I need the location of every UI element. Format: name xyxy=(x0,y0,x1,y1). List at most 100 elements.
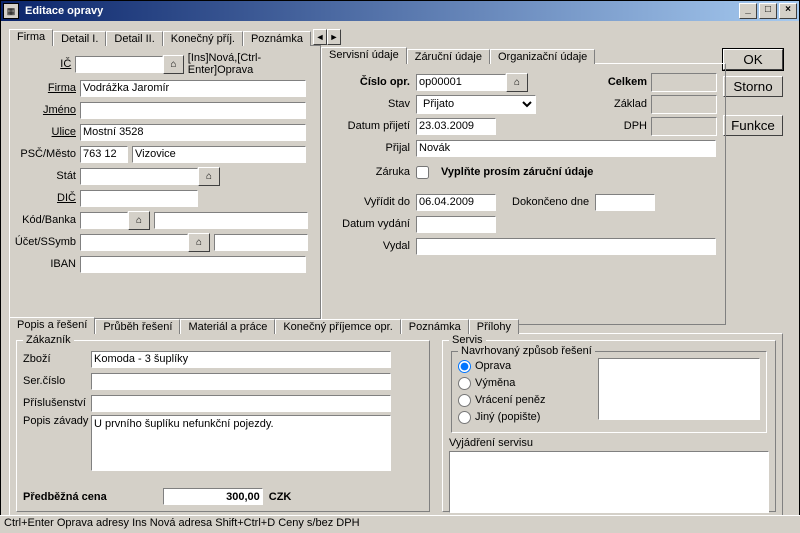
btab-popis[interactable]: Popis a řešení xyxy=(9,317,95,334)
funkce-button[interactable]: Funkce xyxy=(723,115,783,136)
vydal-input[interactable] xyxy=(416,238,716,255)
stat-label: Stát xyxy=(14,170,80,182)
radio-oprava[interactable] xyxy=(458,360,471,373)
firma-input[interactable] xyxy=(80,80,306,97)
ulice-label: Ulice xyxy=(14,126,80,138)
dic-input[interactable] xyxy=(80,190,198,207)
dokonceno-label: Dokončeno dne xyxy=(512,196,589,208)
cislo-lookup-icon[interactable]: ⌂ xyxy=(506,73,528,92)
ic-lookup-icon[interactable]: ⌂ xyxy=(163,55,183,74)
close-button[interactable]: × xyxy=(779,3,797,19)
prijal-label: Přijal xyxy=(330,142,416,154)
ok-button[interactable]: OK xyxy=(723,49,783,70)
jmeno-label: Jméno xyxy=(14,104,80,116)
vyjadreni-label: Vyjádření servisu xyxy=(449,437,769,449)
iban-input[interactable] xyxy=(80,256,306,273)
tab-firma[interactable]: Firma xyxy=(9,29,53,46)
prijal-input[interactable] xyxy=(416,140,716,157)
radio-jiny[interactable] xyxy=(458,411,471,424)
vydani-input[interactable] xyxy=(416,216,496,233)
storno-button[interactable]: Storno xyxy=(723,76,783,97)
ucet-input[interactable] xyxy=(80,234,188,251)
zaruka-label: Záruka xyxy=(330,166,416,178)
banka-input[interactable] xyxy=(154,212,308,229)
dokonceno-input[interactable] xyxy=(595,194,655,211)
bottom-tabstrip: Popis a řešení Průběh řešení Materiál a … xyxy=(9,315,783,333)
ssymb-input[interactable] xyxy=(214,234,308,251)
popis-label: Popis závady xyxy=(23,415,91,427)
popis-textarea[interactable]: U prvního šuplíku nefunkční pojezdy. xyxy=(91,415,391,471)
vyjadreni-textarea[interactable] xyxy=(449,451,769,513)
btab-konecny[interactable]: Konečný příjemce opr. xyxy=(275,319,400,334)
stat-lookup-icon[interactable]: ⌂ xyxy=(198,167,220,186)
tab-zarucni[interactable]: Záruční údaje xyxy=(407,49,490,64)
radio-oprava-label: Oprava xyxy=(475,360,511,372)
statusbar: Ctrl+Enter Oprava adresy Ins Nová adresa… xyxy=(0,515,800,533)
ic-label: IČ xyxy=(14,58,75,70)
ic-hint: [Ins]Nová,[Ctrl-Enter]Oprava xyxy=(188,52,316,76)
app-icon: ▦ xyxy=(3,3,19,19)
zaruka-hint: Vyplňte prosím záruční údaje xyxy=(441,166,593,178)
ucet-label: Účet/SSymb xyxy=(14,236,80,248)
minimize-button[interactable]: _ xyxy=(739,3,757,19)
jiny-textarea[interactable] xyxy=(598,358,760,420)
btab-prilohy[interactable]: Přílohy xyxy=(469,319,519,334)
datum-prijeti-label: Datum přijetí xyxy=(330,120,416,132)
cena-input[interactable] xyxy=(163,488,263,505)
tab-detail1[interactable]: Detail I. xyxy=(53,31,106,46)
vyridit-label: Vyřídit do xyxy=(330,196,416,208)
psc-label: PSČ/Město xyxy=(14,148,80,160)
zakaznik-group-title: Zákazník xyxy=(23,334,74,346)
radio-vraceni[interactable] xyxy=(458,394,471,407)
btab-prubeh[interactable]: Průběh řešení xyxy=(95,319,180,334)
sidebar: OK Storno Funkce xyxy=(723,49,783,142)
ulice-input[interactable] xyxy=(80,124,306,141)
tab-konecny[interactable]: Konečný příj. xyxy=(163,31,243,46)
zaklad-value xyxy=(651,95,717,114)
dph-value xyxy=(651,117,717,136)
btab-poznamka[interactable]: Poznámka xyxy=(401,319,469,334)
kod-input[interactable] xyxy=(80,212,128,229)
ucet-lookup-icon[interactable]: ⌂ xyxy=(188,233,210,252)
navrhovany-group-title: Navrhovaný způsob řešení xyxy=(458,345,595,357)
zbozi-label: Zboží xyxy=(23,353,91,365)
prislusenstvi-input[interactable] xyxy=(91,395,391,412)
zaruka-checkbox[interactable] xyxy=(416,166,429,179)
mesto-input[interactable] xyxy=(132,146,306,163)
tab-servisni[interactable]: Servisní údaje xyxy=(321,47,407,64)
prislusenstvi-label: Příslušenství xyxy=(23,397,91,409)
datum-prijeti-input[interactable] xyxy=(416,118,496,135)
zbozi-input[interactable] xyxy=(91,351,391,368)
stav-select[interactable]: Přijato xyxy=(416,95,536,114)
titlebar: ▦ Editace opravy _ □ × xyxy=(1,1,799,21)
radio-vraceni-label: Vrácení peněz xyxy=(475,394,546,406)
cena-label: Předběžná cena xyxy=(23,491,107,503)
vydal-label: Vydal xyxy=(330,240,416,252)
tab-organizacni[interactable]: Organizační údaje xyxy=(490,49,595,64)
celkem-value xyxy=(651,73,717,92)
sercislo-input[interactable] xyxy=(91,373,391,390)
radio-jiny-label: Jiný (popište) xyxy=(475,411,540,423)
tab-scroll-right[interactable]: ► xyxy=(327,29,341,45)
kod-label: Kód/Banka xyxy=(14,214,80,226)
radio-vymena[interactable] xyxy=(458,377,471,390)
psc-input[interactable] xyxy=(80,146,128,163)
tab-poznamka[interactable]: Poznámka xyxy=(243,31,311,46)
dic-label: DIČ xyxy=(14,192,80,204)
window-title: Editace opravy xyxy=(21,5,739,17)
tab-scroll-left[interactable]: ◄ xyxy=(313,29,327,45)
jmeno-input[interactable] xyxy=(80,102,306,119)
vyridit-input[interactable] xyxy=(416,194,496,211)
tab-detail2[interactable]: Detail II. xyxy=(106,31,162,46)
cislo-label: Číslo opr. xyxy=(330,76,416,88)
ic-input[interactable] xyxy=(75,56,163,73)
stat-input[interactable] xyxy=(80,168,198,185)
radio-vymena-label: Výměna xyxy=(475,377,515,389)
kod-lookup-icon[interactable]: ⌂ xyxy=(128,211,150,230)
window: ▦ Editace opravy _ □ × OK Storno Funkce … xyxy=(0,0,800,533)
zaklad-label: Základ xyxy=(595,98,651,110)
vydani-label: Datum vydání xyxy=(330,218,416,230)
btab-material[interactable]: Materiál a práce xyxy=(180,319,275,334)
maximize-button[interactable]: □ xyxy=(759,3,777,19)
cislo-input[interactable] xyxy=(416,74,506,91)
